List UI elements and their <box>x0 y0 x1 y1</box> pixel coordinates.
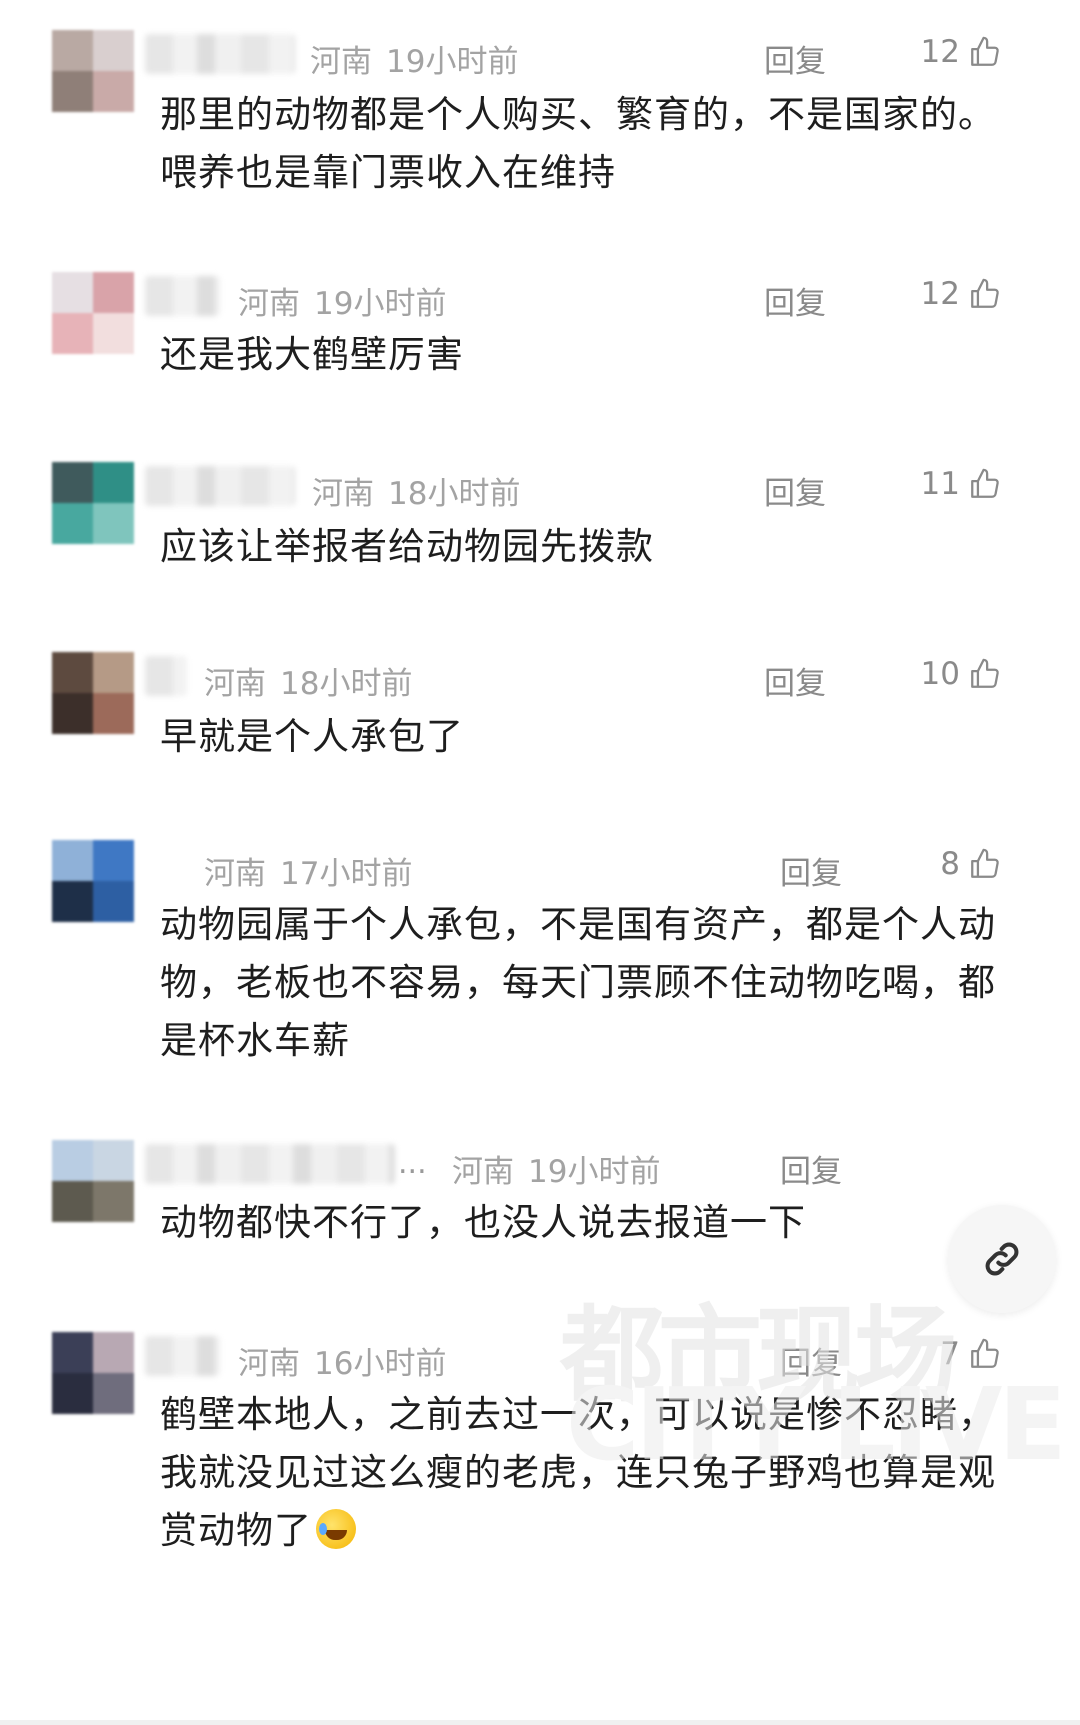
like-button[interactable]: 11 <box>921 466 1002 502</box>
username-blurred[interactable] <box>145 276 220 316</box>
location-label: 河南 <box>238 1346 300 1382</box>
avatar[interactable] <box>52 462 134 544</box>
like-button[interactable]: 10 <box>921 656 1002 692</box>
thumbs-up-icon <box>971 468 999 498</box>
comment-meta: 河南 18小时前 <box>204 658 412 703</box>
comment-text: 动物都快不行了，也没人说去报道一下 <box>160 1201 806 1244</box>
reply-button[interactable]: 回复 <box>764 468 826 513</box>
timestamp: 19小时前 <box>314 286 447 322</box>
comment-meta: 河南 19小时前 <box>452 1146 660 1191</box>
location-label: 河南 <box>312 476 374 512</box>
avatar[interactable] <box>52 652 134 734</box>
comment-text: 早就是个人承包了 <box>160 715 464 758</box>
reply-button[interactable]: 回复 <box>780 1338 842 1383</box>
comment-meta: 河南 19小时前 <box>310 36 518 81</box>
comment-meta: 河南 16小时前 <box>238 1338 446 1383</box>
thumbs-up-icon <box>971 36 999 66</box>
timestamp: 19小时前 <box>386 44 519 80</box>
location-label: 河南 <box>452 1154 514 1190</box>
thumbs-up-icon <box>971 658 999 688</box>
location-label: 河南 <box>204 856 266 892</box>
comment-text-body: 鹤壁本地人，之前去过一次，可以说是惨不忍睹，我就没见过这么瘦的老虎，连只兔子野鸡… <box>160 1393 996 1552</box>
avatar[interactable] <box>52 1140 134 1222</box>
username-blurred[interactable] <box>145 34 295 74</box>
comment-meta: 河南 18小时前 <box>312 468 520 513</box>
like-count: 7 <box>940 1336 960 1372</box>
timestamp: 17小时前 <box>280 856 413 892</box>
comment-text: 还是我大鹤壁厉害 <box>160 333 464 376</box>
share-link-button[interactable] <box>948 1205 1056 1313</box>
username-blurred[interactable] <box>145 1336 220 1376</box>
like-button[interactable]: 12 <box>921 276 1002 312</box>
comment-text: 鹤壁本地人，之前去过一次，可以说是惨不忍睹，我就没见过这么瘦的老虎，连只兔子野鸡… <box>160 1386 1000 1560</box>
avatar[interactable] <box>52 272 134 354</box>
divider <box>0 1720 1080 1725</box>
like-count: 11 <box>920 466 960 502</box>
thumbs-up-icon <box>971 848 999 878</box>
reply-button[interactable]: 回复 <box>764 36 826 81</box>
timestamp: 16小时前 <box>314 1346 447 1382</box>
timestamp: 19小时前 <box>528 1154 661 1190</box>
location-label: 河南 <box>238 286 300 322</box>
comment-text: 那里的动物都是个人购买、繁育的，不是国家的。喂养也是靠门票收入在维持 <box>160 93 996 194</box>
location-label: 河南 <box>204 666 266 702</box>
timestamp: 18小时前 <box>280 666 413 702</box>
username-blurred[interactable] <box>145 466 295 506</box>
thumbs-up-icon <box>971 1338 999 1368</box>
crying-laughing-emoji-icon <box>316 1509 356 1549</box>
like-button[interactable]: 7 <box>940 1336 1002 1372</box>
location-label: 河南 <box>310 44 372 80</box>
comment-text: 应该让举报者给动物园先拨款 <box>160 525 654 568</box>
link-icon <box>985 1242 1019 1276</box>
avatar[interactable] <box>52 30 134 112</box>
like-count: 12 <box>920 276 960 312</box>
avatar[interactable] <box>52 840 134 922</box>
like-count: 10 <box>920 656 960 692</box>
like-button[interactable]: 12 <box>921 34 1002 70</box>
reply-button[interactable]: 回复 <box>764 278 826 323</box>
timestamp: 18小时前 <box>388 476 521 512</box>
name-ellipsis: ... <box>398 1146 427 1181</box>
comment-text: 动物园属于个人承包，不是国有资产，都是个人动物，老板也不容易，每天门票顾不住动物… <box>160 903 996 1062</box>
like-count: 8 <box>940 846 960 882</box>
username-blurred[interactable] <box>145 1144 395 1184</box>
reply-button[interactable]: 回复 <box>780 1146 842 1191</box>
username-blurred[interactable] <box>145 656 187 696</box>
comment-meta: 河南 17小时前 <box>204 848 412 893</box>
reply-button[interactable]: 回复 <box>780 848 842 893</box>
comment-meta: 河南 19小时前 <box>238 278 446 323</box>
like-button[interactable]: 8 <box>940 846 1002 882</box>
reply-button[interactable]: 回复 <box>764 658 826 703</box>
thumbs-up-icon <box>971 278 999 308</box>
like-count: 12 <box>920 34 960 70</box>
avatar[interactable] <box>52 1332 134 1414</box>
